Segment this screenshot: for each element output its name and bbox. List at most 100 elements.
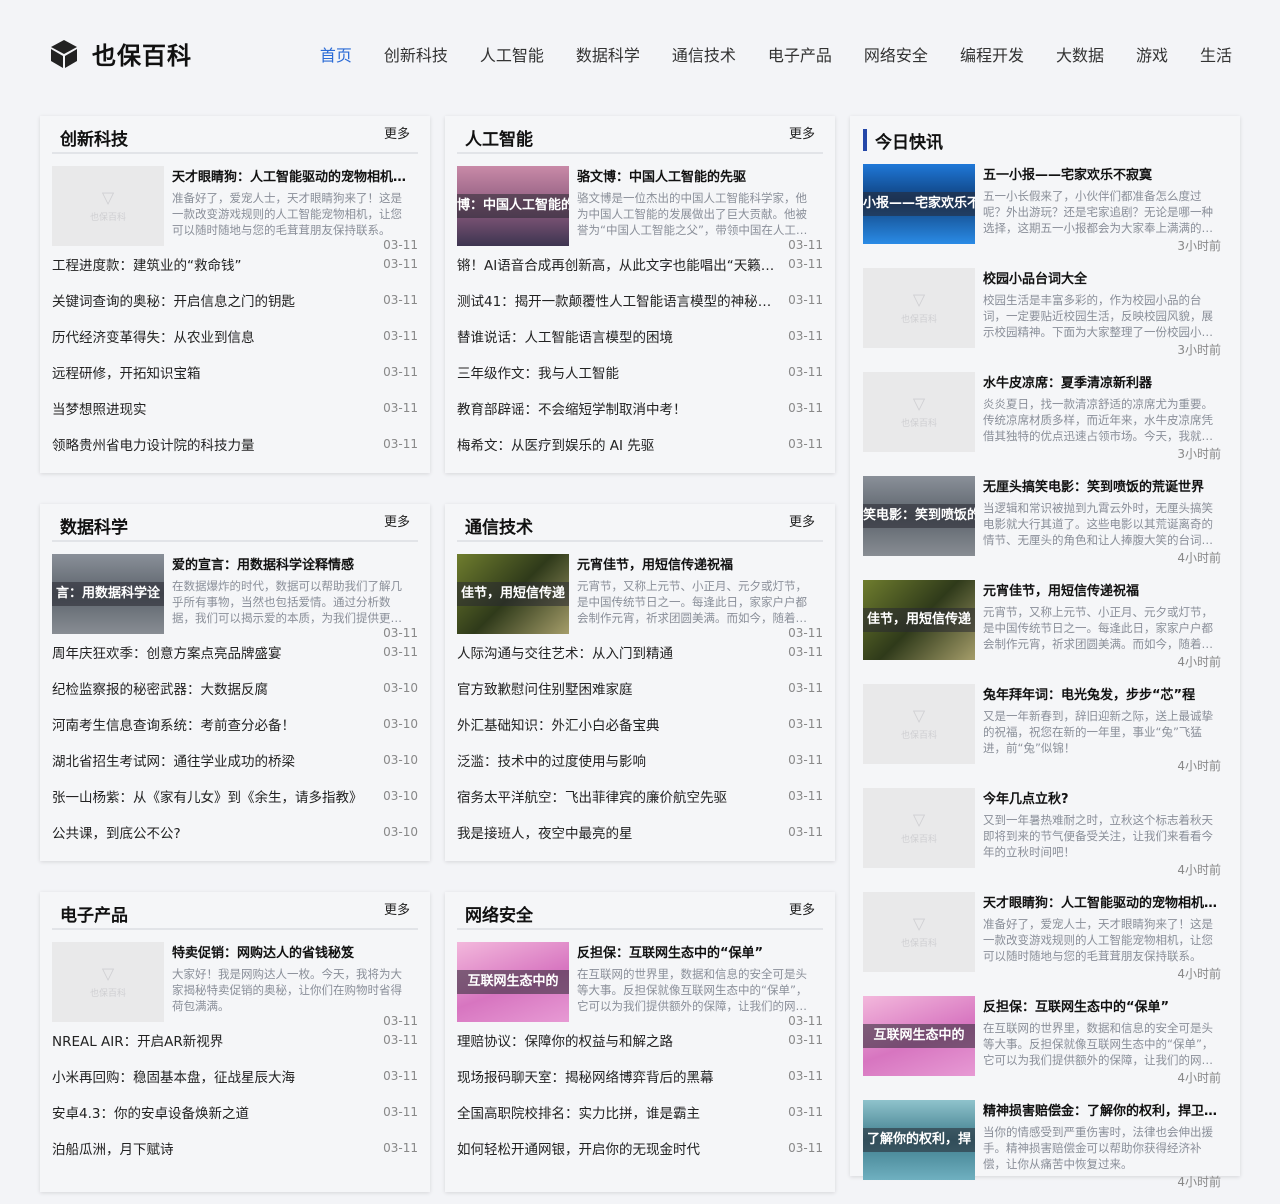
nav-item-4[interactable]: 通信技术 <box>672 42 736 66</box>
list-item[interactable]: 教育部辟谣：不会缩短学制取消中考！ 03-11 <box>457 390 823 426</box>
featured-article[interactable]: ▽ 也保百科 特卖促销：网购达人的省钱秘笈 大家好！我是网购达人一枚。今天，我将为大家… <box>52 942 418 1030</box>
list-item[interactable]: 领略贵州省电力设计院的科技力量 03-11 <box>52 426 418 462</box>
list-item-title[interactable]: 纪检监察报的秘密武器：大数据反腐 <box>52 678 268 698</box>
list-item-title[interactable]: 如何轻松开通网银，开启你的无现金时代 <box>457 1138 700 1158</box>
featured-title[interactable]: 骆文博：中国人工智能的先驱 <box>577 166 817 185</box>
list-item-title[interactable]: 我是接班人，夜空中最亮的星 <box>457 822 633 842</box>
news-title[interactable]: 今年几点立秋? <box>983 788 1221 807</box>
list-item[interactable]: 小米再回购：稳固基本盘，征战星辰大海 03-11 <box>52 1058 418 1094</box>
list-item[interactable]: 泛滥：技术中的过度使用与影响 03-11 <box>457 742 823 778</box>
list-item-title[interactable]: 梅希文：从医疗到娱乐的 AI 先驱 <box>457 434 654 454</box>
list-item-title[interactable]: 河南考生信息查询系统：考前查分必备！ <box>52 714 295 734</box>
featured-title[interactable]: 特卖促销：网购达人的省钱秘笈 <box>172 942 412 961</box>
list-item-title[interactable]: 领略贵州省电力设计院的科技力量 <box>52 434 255 454</box>
list-item-title[interactable]: 关键词查询的奥秘：开启信息之门的钥匙 <box>52 290 295 310</box>
news-title[interactable]: 反担保：互联网生态中的“保单” <box>983 996 1221 1015</box>
news-item[interactable]: ▽ 也保百科 天才眼睛狗：人工智能驱动的宠物相机，让您随时随地与毛茸茸朋友保持联系准… <box>863 892 1227 996</box>
list-item[interactable]: 河南考生信息查询系统：考前查分必备！ 03-10 <box>52 706 418 742</box>
list-item[interactable]: 梅希文：从医疗到娱乐的 AI 先驱 03-11 <box>457 426 823 462</box>
list-item-title[interactable]: 湖北省招生考试网：通往学业成功的桥梁 <box>52 750 295 770</box>
list-item-title[interactable]: 安卓4.3：你的安卓设备焕新之道 <box>52 1102 249 1122</box>
news-item[interactable]: ▽ 也保百科 水牛皮凉席：夏季清凉新利器 炎炎夏日，找一款清凉舒适的凉席尤为重要。传统… <box>863 372 1227 476</box>
list-item[interactable]: 公共课，到底公不公? 03-10 <box>52 814 418 850</box>
site-logo[interactable]: 也保百科 <box>50 36 192 71</box>
nav-item-10[interactable]: 生活 <box>1200 42 1232 66</box>
thumbnail-image[interactable]: 笑电影：笑到喷饭的 <box>863 476 975 556</box>
news-title[interactable]: 天才眼睛狗：人工智能驱动的宠物相机，让您随时随地与毛茸茸朋友保持联系 <box>983 892 1221 911</box>
featured-article[interactable]: 佳节，用短信传递 元宵佳节，用短信传递祝福 元宵节，又称上元节、小正月、元夕或灯节，… <box>457 554 823 642</box>
list-item[interactable]: 湖北省招生考试网：通往学业成功的桥梁 03-10 <box>52 742 418 778</box>
news-item[interactable]: ▽ 也保百科 兔年拜年词：电光兔发，步步“芯”程 又是一年新春到，辞旧迎新之际，送上最… <box>863 684 1227 788</box>
news-title[interactable]: 水牛皮凉席：夏季清凉新利器 <box>983 372 1221 391</box>
nav-item-7[interactable]: 编程开发 <box>960 42 1024 66</box>
list-item-title[interactable]: 测试41：揭开一款颠覆性人工智能语言模型的神秘面纱 <box>457 290 780 310</box>
thumbnail-image[interactable]: ▽ 也保百科 <box>863 788 975 868</box>
more-link[interactable]: 更多 <box>789 899 815 918</box>
list-item[interactable]: 张一山杨紫：从《家有儿女》到《余生，请多指教》 03-10 <box>52 778 418 814</box>
news-title[interactable]: 无厘头搞笑电影：笑到喷饭的荒诞世界 <box>983 476 1221 495</box>
thumbnail-image[interactable]: 小报——宅家欢乐不 <box>863 164 975 244</box>
list-item[interactable]: 替谁说话：人工智能语言模型的困境 03-11 <box>457 318 823 354</box>
thumbnail-image[interactable]: 佳节，用短信传递 <box>863 580 975 660</box>
list-item-title[interactable]: NREAL AIR：开启AR新视界 <box>52 1030 223 1050</box>
list-item-title[interactable]: 小米再回购：稳固基本盘，征战星辰大海 <box>52 1066 295 1086</box>
list-item-title[interactable]: 当梦想照进现实 <box>52 398 147 418</box>
list-item-title[interactable]: 外汇基础知识：外汇小白必备宝典 <box>457 714 660 734</box>
more-link[interactable]: 更多 <box>789 511 815 530</box>
list-item-title[interactable]: 周年庆狂欢季：创意方案点亮品牌盛宴 <box>52 642 282 662</box>
list-item[interactable]: 远程研修，开拓知识宝箱 03-11 <box>52 354 418 390</box>
list-item[interactable]: 现场报码聊天室：揭秘网络博弈背后的黑幕 03-11 <box>457 1058 823 1094</box>
list-item-title[interactable]: 泛滥：技术中的过度使用与影响 <box>457 750 646 770</box>
thumbnail-image[interactable]: 了解你的权利，捍 <box>863 1100 975 1180</box>
thumbnail-image[interactable]: 言：用数据科学诠 <box>52 554 164 634</box>
featured-article[interactable]: 博：中国人工智能的 骆文博：中国人工智能的先驱 骆文博是一位杰出的中国人工智能科学家… <box>457 166 823 254</box>
nav-item-3[interactable]: 数据科学 <box>576 42 640 66</box>
nav-item-2[interactable]: 人工智能 <box>480 42 544 66</box>
news-title[interactable]: 精神损害赔偿金：了解你的权利，捍卫你的尊严 <box>983 1100 1221 1119</box>
featured-title[interactable]: 反担保：互联网生态中的“保单” <box>577 942 817 961</box>
more-link[interactable]: 更多 <box>384 899 410 918</box>
list-item-title[interactable]: 教育部辟谣：不会缩短学制取消中考！ <box>457 398 687 418</box>
list-item-title[interactable]: 公共课，到底公不公? <box>52 822 181 842</box>
list-item-title[interactable]: 现场报码聊天室：揭秘网络博弈背后的黑幕 <box>457 1066 714 1086</box>
news-item[interactable]: ▽ 也保百科 校园小品台词大全 校园生活是丰富多彩的，作为校园小品的台词，一定要贴近校… <box>863 268 1227 372</box>
list-item[interactable]: 全国高职院校排名：实力比拼，谁是霸主 03-11 <box>457 1094 823 1130</box>
list-item-title[interactable]: 锵！AI语音合成再创新高，从此文字也能唱出“天籁之音” <box>457 254 780 274</box>
thumbnail-image[interactable]: 互联网生态中的 <box>863 996 975 1076</box>
featured-title[interactable]: 元宵佳节，用短信传递祝福 <box>577 554 817 573</box>
more-link[interactable]: 更多 <box>384 511 410 530</box>
thumbnail-image[interactable]: 佳节，用短信传递 <box>457 554 569 634</box>
list-item-title[interactable]: 历代经济变革得失：从农业到信息 <box>52 326 255 346</box>
news-item[interactable]: 互联网生态中的 反担保：互联网生态中的“保单” 在互联网的世界里，数据和信息的安全可… <box>863 996 1227 1100</box>
nav-item-1[interactable]: 创新科技 <box>384 42 448 66</box>
list-item-title[interactable]: 远程研修，开拓知识宝箱 <box>52 362 201 382</box>
news-item[interactable]: 笑电影：笑到喷饭的 无厘头搞笑电影：笑到喷饭的荒诞世界 当逻辑和常识被抛到九霄云外时… <box>863 476 1227 580</box>
news-item[interactable]: ▽ 也保百科 今年几点立秋? 又到一年暑热难耐之时，立秋这个标志着秋天即将到来的节气便… <box>863 788 1227 892</box>
list-item-title[interactable]: 理赔协议：保障你的权益与和解之路 <box>457 1030 673 1050</box>
list-item[interactable]: 关键词查询的奥秘：开启信息之门的钥匙 03-11 <box>52 282 418 318</box>
nav-item-0[interactable]: 首页 <box>320 42 352 66</box>
more-link[interactable]: 更多 <box>384 123 410 142</box>
list-item[interactable]: 安卓4.3：你的安卓设备焕新之道 03-11 <box>52 1094 418 1130</box>
news-title[interactable]: 兔年拜年词：电光兔发，步步“芯”程 <box>983 684 1221 703</box>
list-item[interactable]: 如何轻松开通网银，开启你的无现金时代 03-11 <box>457 1130 823 1166</box>
nav-item-6[interactable]: 网络安全 <box>864 42 928 66</box>
list-item[interactable]: 历代经济变革得失：从农业到信息 03-11 <box>52 318 418 354</box>
list-item-title[interactable]: 工程进度款：建筑业的“救命钱” <box>52 254 242 274</box>
list-item-title[interactable]: 人际沟通与交往艺术：从入门到精通 <box>457 642 673 662</box>
list-item[interactable]: 当梦想照进现实 03-11 <box>52 390 418 426</box>
nav-item-5[interactable]: 电子产品 <box>768 42 832 66</box>
featured-article[interactable]: 言：用数据科学诠 爱的宣言：用数据科学诠释情感 在数据爆炸的时代，数据可以帮助我们了… <box>52 554 418 642</box>
list-item[interactable]: 外汇基础知识：外汇小白必备宝典 03-11 <box>457 706 823 742</box>
news-title[interactable]: 元宵佳节，用短信传递祝福 <box>983 580 1221 599</box>
list-item-title[interactable]: 替谁说话：人工智能语言模型的困境 <box>457 326 673 346</box>
list-item[interactable]: 泊船瓜洲，月下赋诗 03-11 <box>52 1130 418 1166</box>
list-item-title[interactable]: 全国高职院校排名：实力比拼，谁是霸主 <box>457 1102 700 1122</box>
news-item[interactable]: 了解你的权利，捍精神损害赔偿金：了解你的权利，捍卫你的尊严当你的情感受到严重伤害… <box>863 1100 1227 1204</box>
featured-title[interactable]: 爱的宣言：用数据科学诠释情感 <box>172 554 412 573</box>
nav-item-8[interactable]: 大数据 <box>1056 42 1104 66</box>
thumbnail-image[interactable]: ▽ 也保百科 <box>52 942 164 1022</box>
thumbnail-image[interactable]: ▽ 也保百科 <box>863 892 975 972</box>
thumbnail-image[interactable]: 互联网生态中的 <box>457 942 569 1022</box>
news-title[interactable]: 校园小品台词大全 <box>983 268 1221 287</box>
